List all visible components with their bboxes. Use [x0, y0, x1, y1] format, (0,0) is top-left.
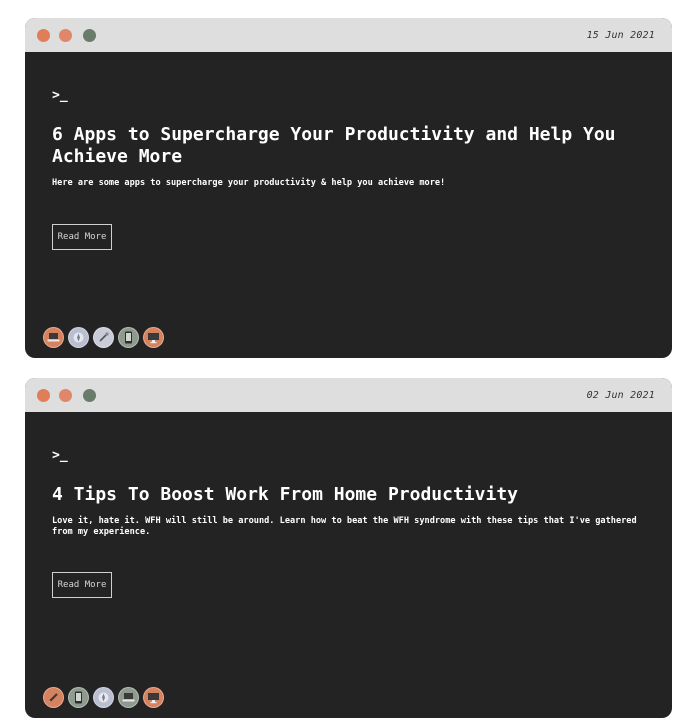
phone-icon	[118, 327, 139, 348]
terminal-prompt: >_	[52, 448, 68, 463]
window-titlebar: 02 Jun 2021	[25, 378, 672, 412]
post-body: >_ 6 Apps to Supercharge Your Productivi…	[25, 52, 672, 358]
terminal-prompt: >_	[52, 88, 68, 103]
pencil-icon	[43, 687, 64, 708]
post-date: 15 Jun 2021	[586, 30, 655, 41]
minimize-dot	[59, 389, 72, 402]
close-dot	[37, 29, 50, 42]
post-title[interactable]: 4 Tips To Boost Work From Home Productiv…	[52, 484, 622, 506]
monitor-icon	[143, 687, 164, 708]
tag-icons	[43, 327, 168, 348]
read-more-button[interactable]: Read More	[52, 224, 112, 250]
maximize-dot	[83, 29, 96, 42]
minimize-dot	[59, 29, 72, 42]
post-card: 15 Jun 2021 >_ 6 Apps to Supercharge You…	[25, 18, 672, 358]
read-more-button[interactable]: Read More	[52, 572, 112, 598]
window-titlebar: 15 Jun 2021	[25, 18, 672, 52]
post-date: 02 Jun 2021	[586, 390, 655, 401]
post-description: Love it, hate it. WFH will still be arou…	[52, 516, 637, 537]
compass-icon	[68, 327, 89, 348]
close-dot	[37, 389, 50, 402]
laptop-icon	[118, 687, 139, 708]
post-body: >_ 4 Tips To Boost Work From Home Produc…	[25, 412, 672, 718]
maximize-dot	[83, 389, 96, 402]
post-description: Here are some apps to supercharge your p…	[52, 178, 446, 188]
compass-icon	[93, 687, 114, 708]
monitor-icon	[143, 327, 164, 348]
post-title[interactable]: 6 Apps to Supercharge Your Productivity …	[52, 124, 622, 168]
post-card: 02 Jun 2021 >_ 4 Tips To Boost Work From…	[25, 378, 672, 718]
rocket-icon	[93, 327, 114, 348]
laptop-icon	[43, 327, 64, 348]
tag-icons	[43, 687, 168, 708]
phone-icon	[68, 687, 89, 708]
